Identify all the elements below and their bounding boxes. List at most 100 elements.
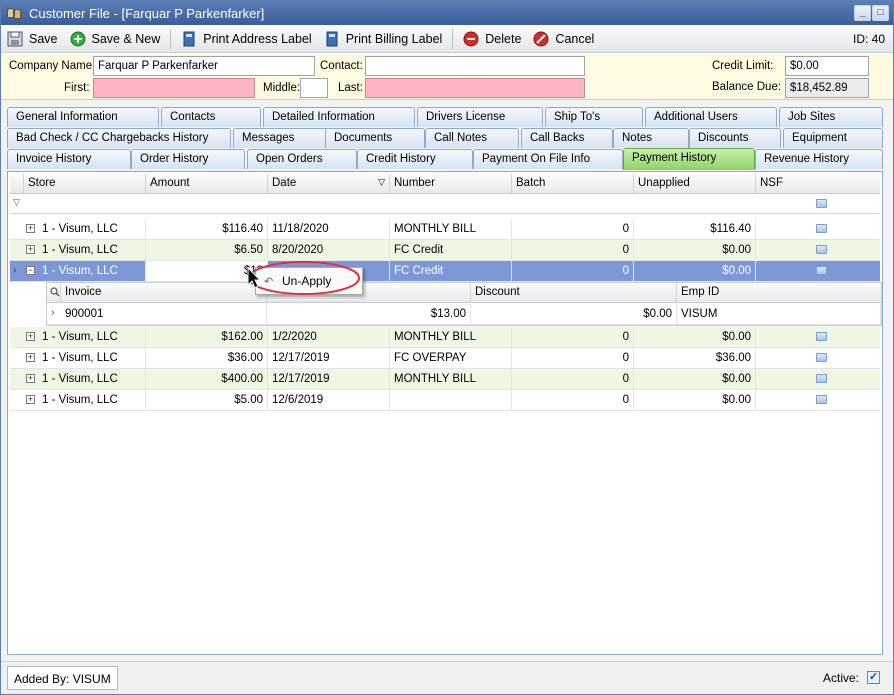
window-title: Customer File - [Farquar P Parkenfarker] <box>29 5 265 21</box>
cell-unapplied: $116.40 <box>634 219 756 239</box>
last-name-field[interactable] <box>365 78 585 98</box>
active-checkbox[interactable]: ✓ <box>867 671 880 684</box>
collapse-row-icon[interactable]: − <box>26 266 35 275</box>
column-amount[interactable]: Amount <box>146 174 268 193</box>
tab-open-orders[interactable]: Open Orders <box>247 149 357 169</box>
nsf-checkbox[interactable] <box>816 224 827 233</box>
column-batch[interactable]: Batch <box>512 174 634 193</box>
nsf-filter-checkbox[interactable] <box>816 199 827 208</box>
subcolumn-discount[interactable]: Discount <box>471 283 677 302</box>
nsf-checkbox[interactable] <box>816 266 827 275</box>
print-billing-label-button[interactable]: Print Billing Label <box>318 27 449 51</box>
expand-row-icon[interactable]: + <box>26 374 35 383</box>
tab-drivers-license[interactable]: Drivers License <box>417 107 543 127</box>
toolbar: Save Save & New Print Address Label Prin… <box>1 25 893 53</box>
active-label: Active: <box>823 671 860 685</box>
tab-job-sites[interactable]: Job Sites <box>779 107 883 127</box>
column-number[interactable]: Number <box>390 174 512 193</box>
nsf-checkbox[interactable] <box>816 332 827 341</box>
tab-general-information[interactable]: General Information <box>7 107 159 127</box>
cell-emp-id: VISUM <box>677 304 881 324</box>
cell-unapplied: $0.00 <box>634 390 756 410</box>
table-row[interactable]: + 1 - Visum, LLC $400.00 12/17/2019 MONT… <box>10 369 880 390</box>
column-unapplied[interactable]: Unapplied <box>634 174 756 193</box>
column-nsf[interactable]: NSF <box>756 174 880 193</box>
tab-documents[interactable]: Documents <box>325 128 425 148</box>
column-store[interactable]: Store <box>24 174 146 193</box>
filter-funnel-icon[interactable]: ▽ <box>378 177 385 188</box>
subgrid-row[interactable]: › 900001 $13.00 $0.00 VISUM <box>47 304 881 325</box>
save-button[interactable]: Save <box>1 27 64 51</box>
contact-label: Contact: <box>320 60 363 72</box>
print-address-label: Print Address Label <box>203 31 312 46</box>
company-name-label: Company Name: <box>9 60 96 72</box>
print-address-label-button[interactable]: Print Address Label <box>175 27 317 51</box>
credit-limit-field[interactable]: $0.00 <box>785 56 869 76</box>
save-new-button[interactable]: Save & New <box>64 27 167 51</box>
delete-button[interactable]: Delete <box>457 27 527 51</box>
table-row[interactable]: + 1 - Visum, LLC $36.00 12/17/2019 FC OV… <box>10 348 880 369</box>
first-name-field[interactable] <box>93 78 255 98</box>
subcolumn-invoice[interactable]: Invoice <box>61 283 267 302</box>
toolbar-separator <box>170 28 172 49</box>
nsf-checkbox[interactable] <box>816 245 827 254</box>
tab-bad-check-chargebacks[interactable]: Bad Check / CC Chargebacks History <box>7 128 231 148</box>
title-bar: Customer File - [Farquar P Parkenfarker]… <box>1 1 893 25</box>
column-date[interactable]: Date ▽ <box>268 174 390 193</box>
tab-payment-history[interactable]: Payment History <box>623 148 755 170</box>
tab-additional-users[interactable]: Additional Users <box>645 107 777 127</box>
table-row[interactable]: + 1 - Visum, LLC $6.50 8/20/2020 FC Cred… <box>10 240 880 261</box>
tab-detailed-information[interactable]: Detailed Information <box>263 107 415 127</box>
delete-icon <box>463 31 479 47</box>
nsf-checkbox[interactable] <box>816 353 827 362</box>
highlight-ring <box>248 261 360 295</box>
expand-row-icon[interactable]: + <box>26 332 35 341</box>
expand-row-icon[interactable]: + <box>26 224 35 233</box>
tab-notes[interactable]: Notes <box>613 128 689 148</box>
nsf-checkbox[interactable] <box>816 374 827 383</box>
tab-revenue-history[interactable]: Revenue History <box>755 149 883 169</box>
expand-row-icon[interactable]: + <box>26 245 35 254</box>
table-row[interactable]: + 1 - Visum, LLC $5.00 12/6/2019 0 $0.00 <box>10 390 880 411</box>
tab-contacts[interactable]: Contacts <box>161 107 261 127</box>
cell-invoice: 900001 <box>61 304 267 324</box>
table-row-selected[interactable]: › − 1 - Visum, LLC $13 FC Credit 0 $0.00 <box>10 261 880 282</box>
middle-name-field[interactable] <box>300 78 328 98</box>
filter-row[interactable]: ▽ <box>10 194 880 214</box>
cell-number: FC Credit <box>390 240 512 260</box>
company-name-field[interactable]: Farquar P Parkenfarker <box>93 56 315 76</box>
credit-limit-label: Credit Limit: <box>712 60 774 72</box>
tab-order-history[interactable]: Order History <box>131 149 245 169</box>
expand-row-icon[interactable]: + <box>26 353 35 362</box>
tab-discounts[interactable]: Discounts <box>689 128 781 148</box>
nsf-checkbox[interactable] <box>816 395 827 404</box>
cancel-button[interactable]: Cancel <box>527 27 600 51</box>
filter-funnel-icon[interactable]: ▽ <box>13 197 20 208</box>
tab-call-backs[interactable]: Call Backs <box>521 128 613 148</box>
table-row[interactable]: + 1 - Visum, LLC $116.40 11/18/2020 MONT… <box>10 219 880 240</box>
row-indicator-header <box>10 174 24 193</box>
search-icon[interactable] <box>47 283 61 302</box>
users-icon <box>7 5 23 21</box>
cell-store: 1 - Visum, LLC <box>38 369 146 389</box>
cancel-icon <box>533 31 549 47</box>
table-row[interactable]: + 1 - Visum, LLC $162.00 1/2/2020 MONTHL… <box>10 327 880 348</box>
expand-row-icon[interactable]: + <box>26 395 35 404</box>
cell-batch: 0 <box>512 219 634 239</box>
tab-ship-tos[interactable]: Ship To's <box>545 107 643 127</box>
tab-messages[interactable]: Messages <box>233 128 329 148</box>
cancel-label: Cancel <box>555 31 595 46</box>
tab-payment-on-file-info[interactable]: Payment On File Info <box>473 149 623 169</box>
tab-credit-history[interactable]: Credit History <box>357 149 473 169</box>
tab-invoice-history[interactable]: Invoice History <box>7 149 131 169</box>
record-id: ID: 40 <box>852 32 885 46</box>
maximize-button[interactable]: □ <box>872 5 889 21</box>
minimize-button[interactable]: _ <box>854 5 871 21</box>
cell-store: 1 - Visum, LLC <box>38 261 146 281</box>
tab-call-notes[interactable]: Call Notes <box>425 128 519 148</box>
contact-field[interactable] <box>365 56 585 76</box>
subcolumn-emp-id[interactable]: Emp ID <box>677 283 881 302</box>
cell-batch: 0 <box>512 327 634 347</box>
cell-unapplied: $36.00 <box>634 348 756 368</box>
tab-equipment[interactable]: Equipment <box>783 128 883 148</box>
